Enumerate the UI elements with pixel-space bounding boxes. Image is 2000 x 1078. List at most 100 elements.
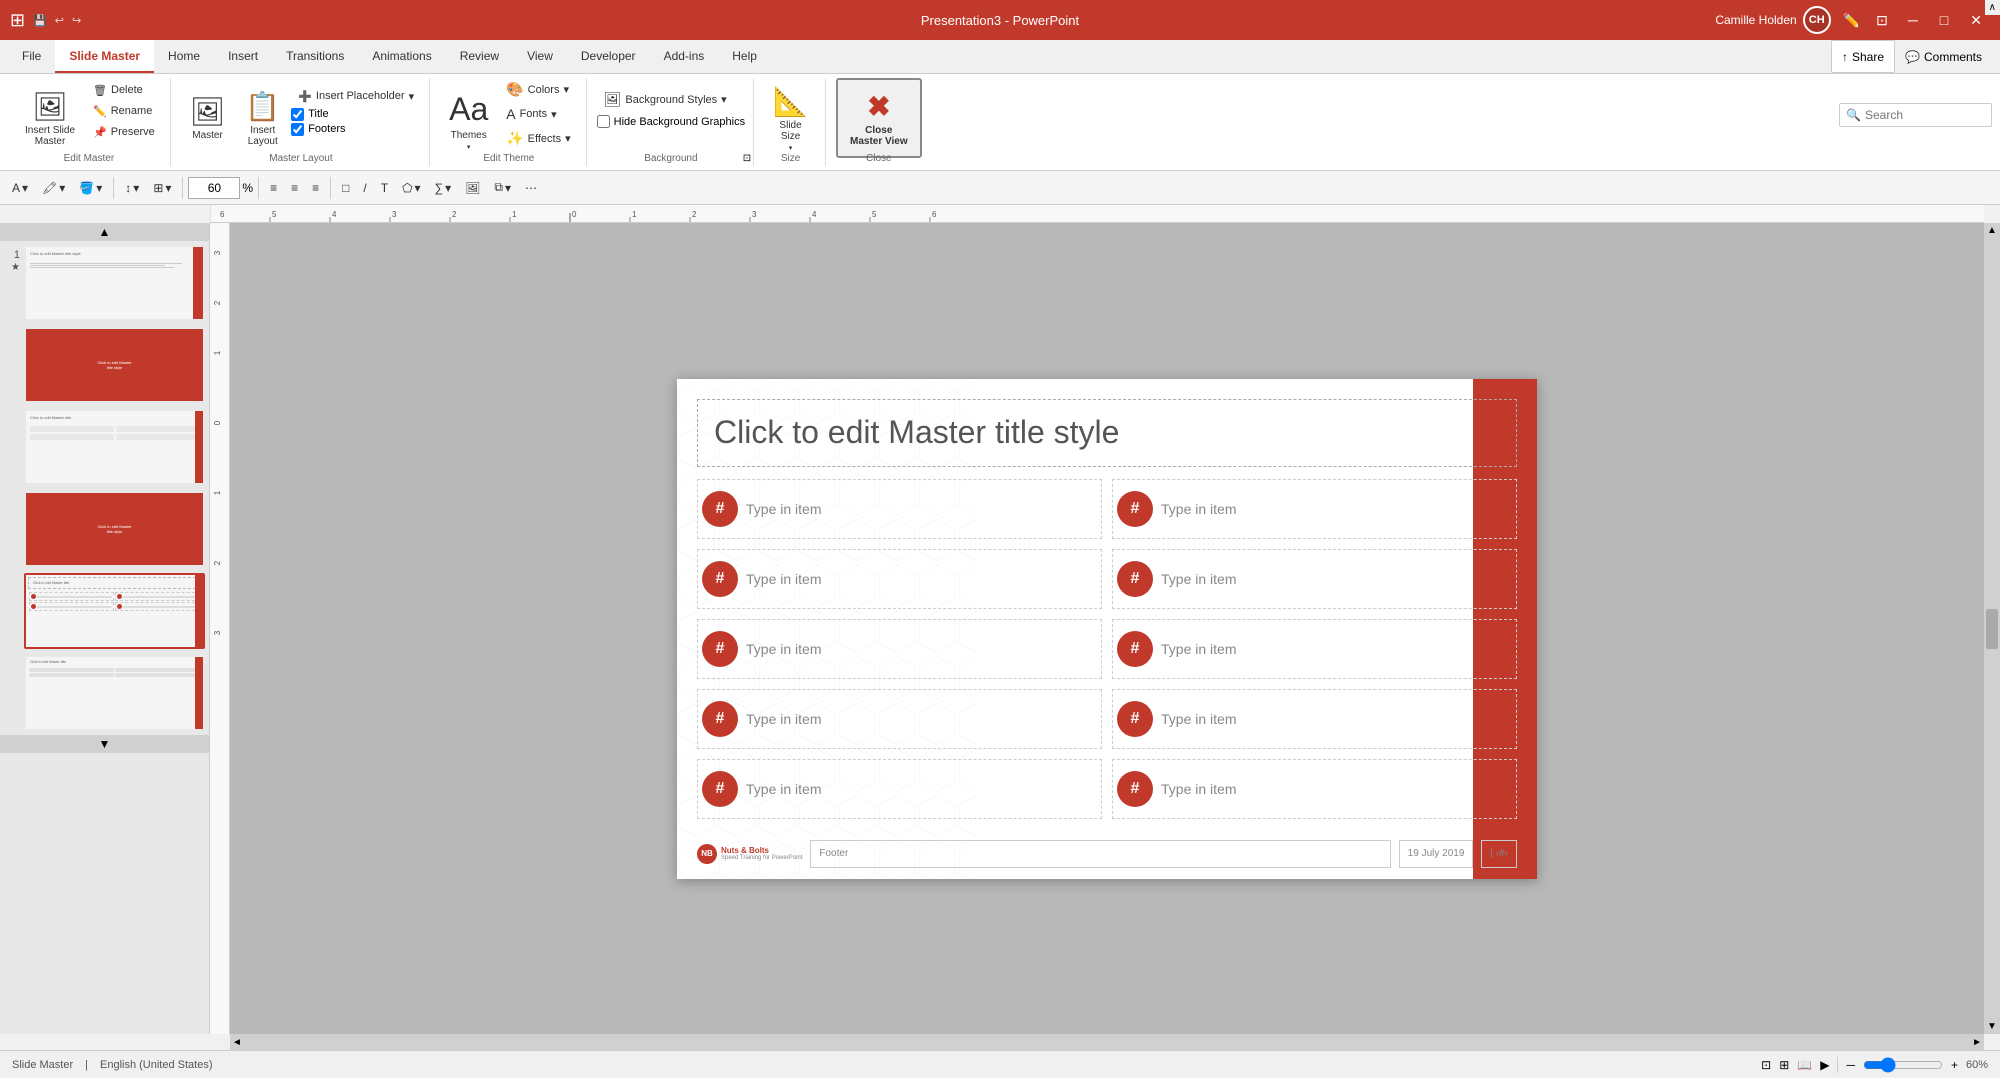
slide-thumb-3[interactable]: Click to edit Master title bbox=[24, 409, 205, 485]
slide-item-4-2[interactable]: # Type in item bbox=[1112, 689, 1517, 749]
tab-developer[interactable]: Developer bbox=[567, 40, 650, 73]
insert-layout-button[interactable]: 📋 InsertLayout bbox=[236, 78, 289, 158]
align-center-button[interactable]: ≡ bbox=[285, 177, 304, 199]
footer-page-box[interactable]: | ‹#› bbox=[1481, 840, 1517, 868]
tab-help[interactable]: Help bbox=[718, 40, 771, 73]
close-master-view-button[interactable]: ✖ CloseMaster View bbox=[836, 78, 922, 158]
slide-thumbnail-3[interactable]: Click to edit Master title bbox=[4, 409, 205, 485]
fill-button[interactable]: 🪣▾ bbox=[73, 177, 108, 199]
zoom-in-button[interactable]: + bbox=[1951, 1058, 1958, 1072]
footers-checkbox-label[interactable]: Footers bbox=[291, 123, 421, 136]
slide-item-2-2[interactable]: # Type in item bbox=[1112, 549, 1517, 609]
scrollbar-bottom[interactable]: ◄ ► bbox=[230, 1034, 1984, 1050]
tab-view[interactable]: View bbox=[513, 40, 567, 73]
title-checkbox-label[interactable]: Title bbox=[291, 108, 421, 121]
slide-item-2-1[interactable]: # Type in item bbox=[697, 549, 1102, 609]
slide-thumb-1[interactable]: Click to edit Master title style bbox=[24, 245, 205, 321]
highlight-button[interactable]: 🖍▾ bbox=[36, 177, 71, 199]
background-styles-button[interactable]: 🖼 Background Styles ▾ bbox=[597, 88, 745, 111]
tab-insert[interactable]: Insert bbox=[214, 40, 272, 73]
quick-access-save[interactable]: 💾 bbox=[33, 14, 47, 27]
tab-transitions[interactable]: Transitions bbox=[272, 40, 358, 73]
sidebar-scroll-up[interactable]: ▲ bbox=[0, 223, 209, 241]
more-button[interactable]: ⋯ bbox=[519, 177, 543, 199]
title-checkbox[interactable] bbox=[291, 108, 304, 121]
insert-placeholder-button[interactable]: ➕ Insert Placeholder ▾ bbox=[291, 87, 421, 106]
insert-slide-master-button[interactable]: 🖼 Insert SlideMaster bbox=[16, 78, 84, 158]
slide-item-5-1[interactable]: # Type in item bbox=[697, 759, 1102, 819]
tab-animations[interactable]: Animations bbox=[358, 40, 445, 73]
ribbon-expand-button[interactable]: ∧ bbox=[1985, 0, 2000, 15]
reading-view-button[interactable]: 📖 bbox=[1797, 1058, 1812, 1072]
zoom-slider[interactable] bbox=[1863, 1057, 1943, 1073]
footer-date-box[interactable]: 19 July 2019 bbox=[1399, 840, 1474, 868]
fonts-button[interactable]: A Fonts ▾ bbox=[499, 103, 577, 125]
maximize-button[interactable]: □ bbox=[1932, 10, 1956, 31]
slide-item-1-1[interactable]: # Type in item bbox=[697, 479, 1102, 539]
scroll-up-button[interactable]: ▲ bbox=[1985, 223, 1999, 238]
slide-item-3-1[interactable]: # Type in item bbox=[697, 619, 1102, 679]
colors-button[interactable]: 🎨 Colors ▾ bbox=[499, 78, 577, 101]
slide-title-area[interactable]: Click to edit Master title style bbox=[697, 399, 1517, 467]
slide-sorter-button[interactable]: ⊞ bbox=[1779, 1058, 1789, 1072]
sort-button[interactable]: ↕▾ bbox=[119, 177, 145, 199]
share-button[interactable]: ↑Share bbox=[1831, 40, 1895, 73]
zoom-out-button[interactable]: ─ bbox=[1846, 1058, 1855, 1072]
align-right-button[interactable]: ≡ bbox=[306, 177, 325, 199]
slide-size-button[interactable]: 📐 SlideSize ▾ bbox=[764, 78, 817, 158]
scroll-right-button[interactable]: ► bbox=[1970, 1035, 1984, 1050]
sidebar-scroll-down[interactable]: ▼ bbox=[0, 735, 209, 753]
hide-bg-graphics-label[interactable]: Hide Background Graphics bbox=[597, 115, 745, 128]
effects-button[interactable]: ✨ Effects ▾ bbox=[499, 127, 577, 150]
scroll-thumb-right[interactable] bbox=[1986, 609, 1998, 649]
search-input[interactable] bbox=[1865, 108, 1985, 122]
slide-item-4-1[interactable]: # Type in item bbox=[697, 689, 1102, 749]
slide-thumb-6[interactable]: Click to edit Master title bbox=[24, 655, 205, 731]
font-color-button[interactable]: A▾ bbox=[6, 177, 34, 199]
slide-thumbnail-6[interactable]: Click to edit Master title bbox=[4, 655, 205, 731]
image-button[interactable]: 🖼 bbox=[459, 177, 486, 199]
slideshow-button[interactable]: ▶ bbox=[1820, 1058, 1829, 1072]
tab-add-ins[interactable]: Add-ins bbox=[650, 40, 719, 73]
border-button[interactable]: □ bbox=[336, 177, 355, 199]
tab-home[interactable]: Home bbox=[154, 40, 214, 73]
pen-icon[interactable]: ✏️ bbox=[1843, 12, 1860, 29]
tab-slide-master[interactable]: Slide Master bbox=[55, 40, 154, 73]
footers-checkbox[interactable] bbox=[291, 123, 304, 136]
rename-button[interactable]: ✏️ Rename bbox=[86, 102, 162, 121]
minimize-button[interactable]: ─ bbox=[1900, 10, 1926, 31]
preserve-button[interactable]: 📌 Preserve bbox=[86, 123, 162, 142]
slide-thumb-5[interactable]: Click to edit Master title bbox=[24, 573, 205, 649]
quick-access-redo[interactable]: ↪ bbox=[72, 14, 81, 27]
layout-icon[interactable]: ⊡ bbox=[1876, 12, 1888, 29]
footer-center-box[interactable]: Footer bbox=[810, 840, 1390, 868]
scroll-down-button[interactable]: ▼ bbox=[1985, 1019, 1999, 1034]
slide-thumbnail-5[interactable]: Click to edit Master title bbox=[4, 573, 205, 649]
normal-view-button[interactable]: ⊡ bbox=[1761, 1058, 1771, 1072]
text-box-button[interactable]: T bbox=[375, 177, 394, 199]
arrange-button[interactable]: ⧉▾ bbox=[488, 176, 517, 199]
scrollbar-right[interactable]: ▲ ▼ bbox=[1984, 223, 2000, 1034]
slide-thumbnail-2[interactable]: Click to edit Mastertitle style bbox=[4, 327, 205, 403]
font-color-dropdown[interactable]: ▾ bbox=[22, 181, 28, 195]
comments-button[interactable]: 💬Comments bbox=[1895, 40, 1992, 73]
shapes-button[interactable]: ⬠▾ bbox=[396, 177, 426, 199]
slide-thumbnail-4[interactable]: Click to edit Mastertitle style bbox=[4, 491, 205, 567]
themes-button[interactable]: Aa Themes ▾ bbox=[440, 81, 497, 161]
slide-thumb-2[interactable]: Click to edit Mastertitle style bbox=[24, 327, 205, 403]
hide-bg-graphics-checkbox[interactable] bbox=[597, 115, 610, 128]
tab-review[interactable]: Review bbox=[446, 40, 513, 73]
tab-file[interactable]: File bbox=[8, 40, 55, 73]
line-button[interactable]: / bbox=[357, 177, 372, 199]
slide-thumbnail-1[interactable]: 1★ Click to edit Master title style bbox=[4, 245, 205, 321]
slide-item-3-2[interactable]: # Type in item bbox=[1112, 619, 1517, 679]
scroll-left-button[interactable]: ◄ bbox=[230, 1035, 244, 1050]
grid-button[interactable]: ⊞▾ bbox=[147, 177, 177, 199]
slide-item-1-2[interactable]: # Type in item bbox=[1112, 479, 1517, 539]
quick-access-undo[interactable]: ↩ bbox=[55, 14, 64, 27]
master-button[interactable]: 🖼 Master bbox=[181, 78, 235, 158]
slide-item-5-2[interactable]: # Type in item bbox=[1112, 759, 1517, 819]
search-box[interactable]: 🔍 bbox=[1839, 103, 1992, 127]
equation-button[interactable]: ∑▾ bbox=[429, 177, 458, 199]
delete-button[interactable]: 🗑 Delete bbox=[86, 81, 162, 100]
